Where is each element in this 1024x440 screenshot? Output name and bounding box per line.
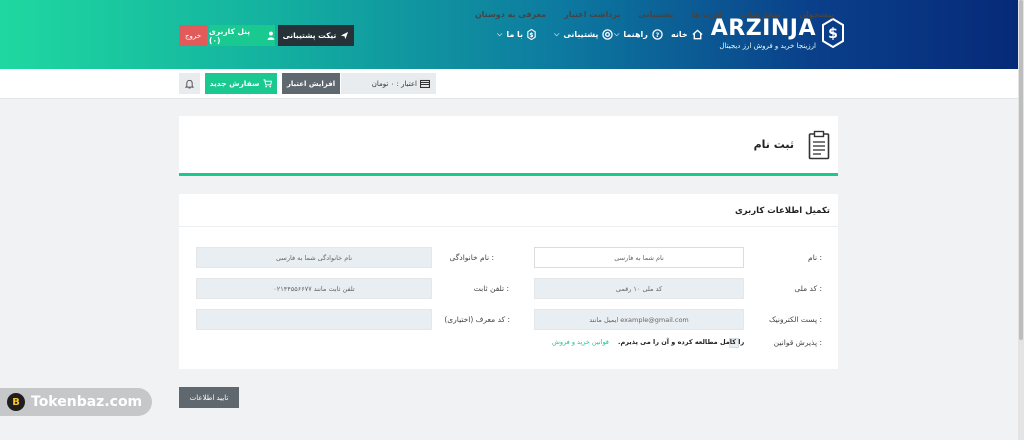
logo-badge-icon: $: [822, 18, 844, 48]
sub-nav-menu: پیشخوان سفارشات کارت ها پشتیبانی برداشت …: [475, 10, 834, 19]
svg-text:?: ?: [655, 31, 659, 39]
tokenbaz-coin-icon: B: [7, 393, 25, 411]
chevron-down-icon: ⌵: [614, 30, 620, 38]
tokenbaz-watermark: B Tokenbaz.com: [0, 388, 152, 416]
sub-navbar: [0, 69, 1018, 99]
topnav-with-us[interactable]: ⌵ با ما $: [497, 29, 536, 40]
phone-input[interactable]: تلفن ثابت مانند ۰۲۱۴۴۵۵۶۶۷۷: [196, 278, 432, 299]
topnav-guide-label: راهنما: [623, 30, 648, 39]
wallet-icon: [420, 79, 430, 88]
rules-statement: را کامل مطالعه کرده و آن را می پذیرم. قو…: [552, 338, 744, 346]
email-label: پست الکترونیک :: [768, 315, 822, 324]
topnav-home[interactable]: خانه: [671, 29, 703, 40]
ticket-support-button[interactable]: تیکت پشتیبانی: [278, 25, 354, 46]
lifebuoy-icon: [602, 29, 614, 40]
watermark-text: Tokenbaz.com: [31, 394, 143, 410]
brand-tagline: ارزینجا خرید و فروش ارز دیجیتال: [719, 42, 816, 50]
national-code-input[interactable]: کد ملی ۱۰ رقمی: [534, 278, 744, 299]
subnav-item-cards[interactable]: کارت ها: [691, 10, 723, 19]
register-title-card: ثبت نام: [179, 116, 838, 176]
page-title: ثبت نام: [753, 138, 794, 151]
credit-balance: اعتبار : ۰ تومان: [341, 73, 436, 94]
subnav-item-orders[interactable]: سفارشات: [741, 10, 781, 19]
email-input[interactable]: ایمیل مانند example@gmail.com: [534, 309, 744, 330]
form-divider: [179, 226, 838, 227]
user-panel-button[interactable]: پنل کاربری (۰): [209, 25, 275, 46]
rules-text: را کامل مطالعه کرده و آن را می پذیرم.: [617, 338, 745, 346]
subnav-item-support[interactable]: پشتیبانی: [638, 10, 673, 19]
family-input[interactable]: نام خانوادگی شما به فارسی: [196, 247, 432, 268]
subnav-item-withdraw[interactable]: برداشت اعتبار: [564, 10, 620, 19]
ticket-support-label: تیکت پشتیبانی: [282, 31, 337, 40]
increase-credit-button[interactable]: افزایش اعتبار: [282, 73, 340, 94]
form-heading: تکمیل اطلاعات کاربری: [734, 206, 830, 216]
scrollbar-thumb[interactable]: [1019, 0, 1023, 340]
topnav-guide[interactable]: ⌵ راهنما ?: [614, 29, 663, 40]
user-icon: [267, 31, 275, 40]
logout-button[interactable]: خروج: [179, 25, 207, 46]
scrollbar[interactable]: [1018, 0, 1024, 440]
send-icon: [341, 31, 349, 40]
name-label: نام :: [808, 253, 822, 262]
brand-logo[interactable]: ARZINJA ارزینجا خرید و فروش ارز دیجیتال …: [711, 16, 844, 56]
confirm-info-button[interactable]: تایید اطلاعات: [179, 387, 239, 408]
svg-text:$: $: [828, 26, 838, 42]
question-icon: ?: [652, 29, 663, 40]
credit-text: اعتبار : ۰ تومان: [371, 79, 417, 88]
referral-label: کد معرف (اختیاری) :: [444, 315, 510, 324]
topnav-with-us-label: با ما: [506, 30, 524, 39]
new-order-label: سفارش جدید: [209, 79, 260, 88]
rules-link[interactable]: قوانین خرید و فروش: [552, 338, 609, 346]
topnav-home-label: خانه: [671, 30, 688, 39]
user-panel-label: پنل کاربری (۰): [209, 26, 251, 45]
dollar-badge-icon: $: [527, 29, 536, 40]
chevron-down-icon: ⌵: [554, 30, 560, 38]
topnav-support-label: پشتیبانی: [563, 30, 599, 39]
svg-text:$: $: [529, 32, 533, 39]
phone-label: تلفن ثابت :: [473, 284, 509, 293]
notifications-button[interactable]: [179, 73, 200, 94]
coin-letter: B: [12, 396, 20, 408]
cart-icon: [263, 79, 273, 88]
topnav-support[interactable]: ⌵ پشتیبانی: [554, 29, 614, 40]
chevron-down-icon: ⌵: [497, 30, 503, 38]
rules-label: پذیرش قوانین :: [773, 338, 822, 347]
name-input[interactable]: نام شما به فارسی: [534, 247, 744, 268]
subnav-item-dashboard[interactable]: پیشخوان: [799, 10, 834, 19]
family-label: نام خانوادگی :: [449, 253, 494, 262]
home-icon: [692, 29, 703, 40]
referral-input[interactable]: [196, 309, 432, 330]
new-order-button[interactable]: سفارش جدید: [205, 73, 277, 94]
subnav-item-referral[interactable]: معرفی به دوستان: [475, 10, 546, 19]
brand-name: ARZINJA: [710, 16, 816, 41]
bell-icon: [185, 79, 194, 89]
clipboard-icon: [808, 130, 830, 160]
national-code-label: کد ملی :: [794, 284, 822, 293]
